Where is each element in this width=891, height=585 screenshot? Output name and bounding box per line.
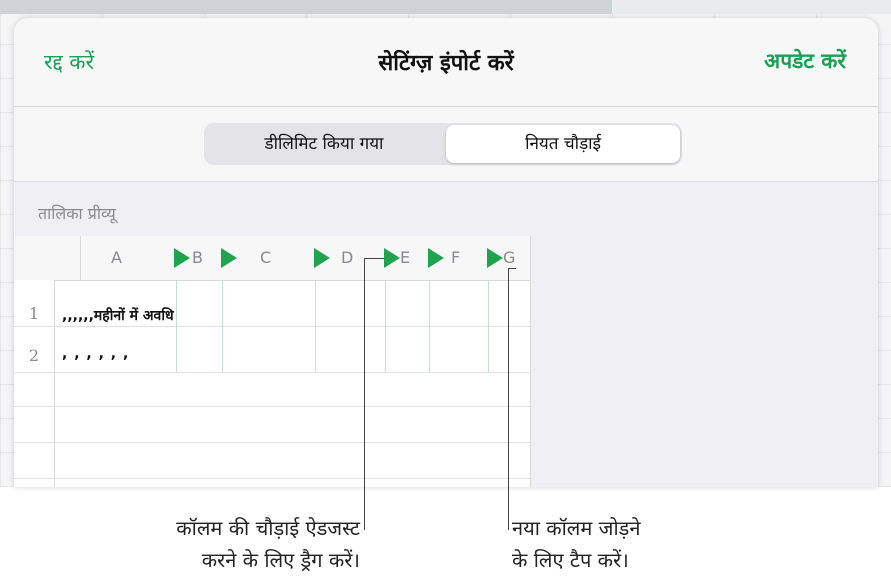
tap-caption-line2: के लिए टैप करें। (512, 548, 629, 572)
column-label-c: C (260, 248, 272, 267)
segment-delimited[interactable]: डीलिमिट किया गया (206, 125, 442, 163)
column-marker-c[interactable] (221, 248, 237, 268)
row-divider (14, 478, 530, 479)
tap-caption-line1: नया कॉलम जोड़ने (512, 516, 641, 540)
column-divider[interactable] (176, 280, 177, 372)
row-1-text: ,,,,,,महीनों में अवधि (62, 308, 174, 324)
empty-preview-pane (530, 236, 878, 487)
column-divider[interactable] (315, 280, 316, 372)
tap-callout-tick (508, 268, 516, 269)
table-preview-label: तालिका प्रीव्यू (38, 204, 116, 223)
column-divider[interactable] (222, 280, 223, 372)
segment-bar: डीलिमिट किया गया नियत चौड़ाई (14, 107, 878, 182)
dialog-navbar: रद्द करें सेटिंग्ज़ इंपोर्ट करें अपडेट क… (14, 18, 878, 107)
row-divider (14, 406, 530, 407)
column-marker-d[interactable] (314, 248, 330, 268)
column-marker-e[interactable] (384, 248, 400, 268)
header-divider (80, 236, 81, 280)
column-label-d: D (341, 248, 354, 267)
column-divider[interactable] (488, 280, 489, 372)
row-divider (14, 442, 530, 443)
tap-caption: नया कॉलम जोड़ने के लिए टैप करें। (512, 512, 772, 576)
segment-fixed-width[interactable]: नियत चौड़ाई (446, 125, 680, 163)
dialog-title: सेटिंग्ज़ इंपोर्ट करें (378, 51, 514, 76)
column-label-f: F (451, 248, 461, 267)
drag-caption: कॉलम की चौड़ाई ऐडजस्ट करने के लिए ड्रैग … (80, 512, 360, 576)
table-preview: A B C D E F G 1 ,,,,,,महीनों में अवधि 2 (14, 236, 530, 487)
column-label-a: A (111, 248, 122, 267)
drag-callout-line (364, 258, 365, 530)
drag-caption-line1: कॉलम की चौड़ाई ऐडजस्ट (176, 516, 360, 540)
column-label-g: G (503, 248, 516, 267)
column-label-b: B (192, 248, 203, 267)
column-marker-g[interactable] (487, 248, 503, 268)
tap-callout-line (508, 268, 509, 530)
row-divider (14, 326, 530, 327)
column-marker-b[interactable] (174, 248, 190, 268)
column-marker-f[interactable] (428, 248, 444, 268)
import-settings-dialog: रद्द करें सेटिंग्ज़ इंपोर्ट करें अपडेट क… (14, 18, 878, 487)
row-2-text: , , , , , , (62, 346, 130, 362)
update-button[interactable]: अपडेट करें (764, 47, 846, 75)
segmented-control: डीलिमिट किया गया नियत चौड़ाई (204, 123, 682, 165)
background-toolbar (0, 0, 612, 14)
drag-caption-line2: करने के लिए ड्रैग करें। (201, 548, 360, 572)
row-divider (14, 372, 530, 373)
column-divider[interactable] (385, 280, 386, 372)
background-toolbar-right (612, 0, 891, 14)
row-number: 1 (28, 304, 40, 323)
row-number: 2 (28, 346, 40, 365)
column-divider[interactable] (429, 280, 430, 372)
column-header-row: A B C D E F G (14, 236, 530, 281)
column-label-e: E (400, 248, 411, 267)
drag-callout-tick (364, 258, 384, 259)
